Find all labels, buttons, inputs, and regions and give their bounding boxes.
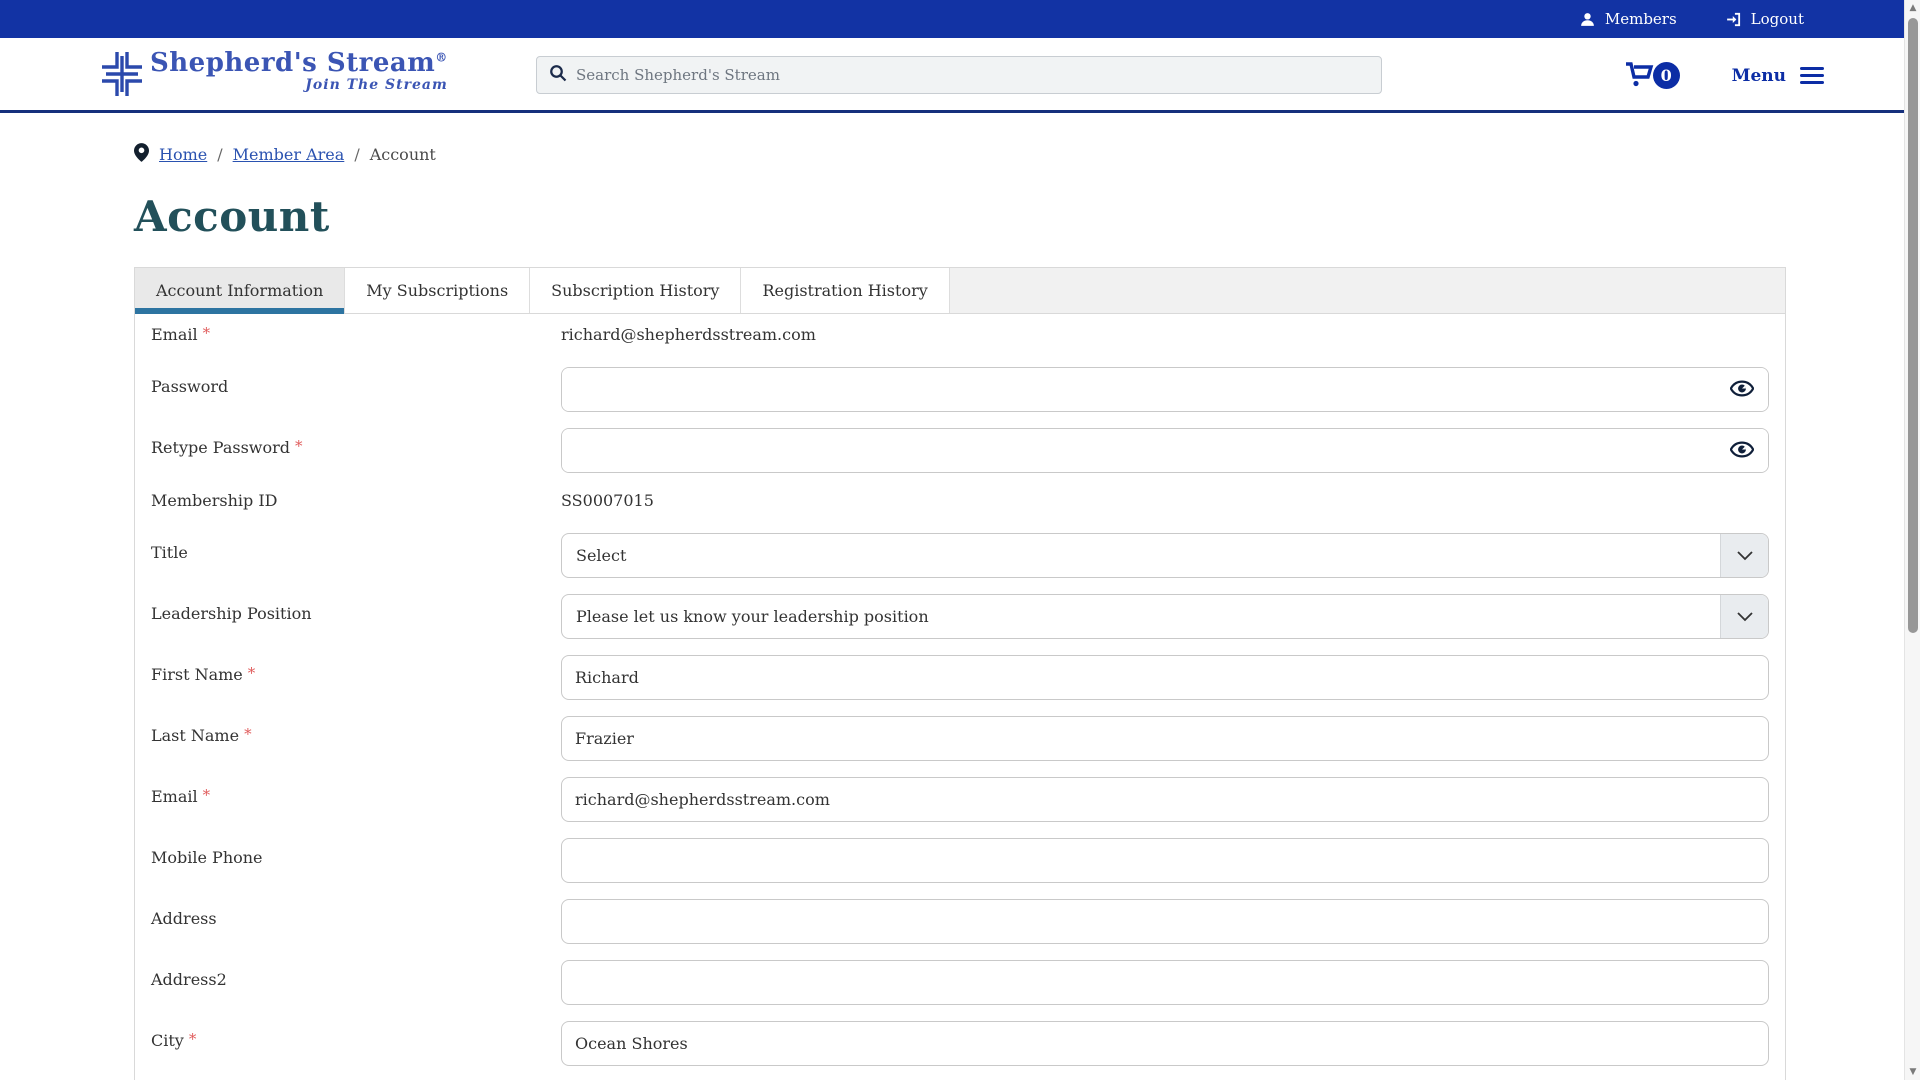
search-icon <box>549 64 567 86</box>
eye-icon <box>1730 380 1754 400</box>
retype-password-input[interactable] <box>562 429 1716 472</box>
retype-password-visibility-toggle[interactable] <box>1716 429 1768 472</box>
form-row-membership-id: Membership ID SS0007015 <box>151 489 1769 517</box>
form-row-leadership-position: Leadership Position Please let us know y… <box>151 594 1769 639</box>
logout-icon <box>1725 11 1742 28</box>
mobile-phone-label: Mobile Phone <box>151 838 561 883</box>
form-row-password: Password <box>151 367 1769 412</box>
leadership-position-label: Leadership Position <box>151 594 561 639</box>
cart-button[interactable]: 0 <box>1624 59 1680 93</box>
breadcrumb-home-link[interactable]: Home <box>159 145 207 164</box>
page-title: Account <box>134 192 1786 241</box>
city-label: City <box>151 1031 184 1050</box>
required-marker: * <box>248 664 256 682</box>
eye-icon <box>1730 441 1754 461</box>
members-label: Members <box>1605 10 1677 28</box>
scroll-down-arrow[interactable]: ▼ <box>1905 1064 1920 1080</box>
leadership-position-select[interactable]: Please let us know your leadership posit… <box>561 594 1769 639</box>
brand-name: Shepherd's Stream® <box>150 50 448 76</box>
main-content: Home / Member Area / Account Account Acc… <box>0 143 1920 1080</box>
breadcrumb-member-area-link[interactable]: Member Area <box>233 145 345 164</box>
address2-input[interactable] <box>561 960 1769 1005</box>
title-select-value: Select <box>562 534 1720 577</box>
address-input[interactable] <box>561 899 1769 944</box>
email-label: Email <box>151 325 198 344</box>
breadcrumb-current: Account <box>370 145 436 164</box>
password-label: Password <box>151 367 561 412</box>
membership-id-label: Membership ID <box>151 489 561 517</box>
tab-registration-history[interactable]: Registration History <box>741 268 949 313</box>
person-icon <box>1579 11 1596 28</box>
breadcrumb: Home / Member Area / Account <box>134 143 1786 166</box>
form-row-city: City * <box>151 1021 1769 1066</box>
tab-bar: Account Information My Subscriptions Sub… <box>135 267 1785 314</box>
cross-logo-icon <box>100 50 144 102</box>
password-input[interactable] <box>562 368 1716 411</box>
account-form: Email * richard@shepherdsstream.com Passw… <box>135 314 1785 1080</box>
city-input[interactable] <box>561 1021 1769 1066</box>
required-marker: * <box>189 1030 197 1048</box>
search-box <box>536 56 1382 94</box>
required-marker: * <box>295 437 303 455</box>
scrollbar-thumb[interactable] <box>1908 18 1918 633</box>
form-row-first-name: First Name * <box>151 655 1769 700</box>
cart-count-badge: 0 <box>1653 62 1680 89</box>
mobile-phone-input[interactable] <box>561 838 1769 883</box>
leadership-position-select-value: Please let us know your leadership posit… <box>562 595 1720 638</box>
form-row-email-static: Email * richard@shepherdsstream.com <box>151 323 1769 351</box>
tab-my-subscriptions[interactable]: My Subscriptions <box>345 268 530 313</box>
form-row-retype-password: Retype Password * <box>151 428 1769 473</box>
menu-button[interactable]: Menu <box>1732 66 1824 86</box>
required-marker: * <box>244 725 252 743</box>
password-visibility-toggle[interactable] <box>1716 368 1768 411</box>
vertical-scrollbar[interactable]: ▲ ▼ <box>1904 0 1920 1080</box>
header: Shepherd's Stream® Join The Stream 0 Men… <box>0 38 1920 113</box>
email-input-label: Email <box>151 787 198 806</box>
first-name-label: First Name <box>151 665 243 684</box>
registered-mark: ® <box>435 50 448 64</box>
form-row-address: Address <box>151 899 1769 944</box>
chevron-down-icon <box>1720 595 1768 638</box>
account-panel: Account Information My Subscriptions Sub… <box>134 267 1786 1080</box>
required-marker: * <box>203 786 211 804</box>
tab-account-information[interactable]: Account Information <box>135 268 345 313</box>
search-input[interactable] <box>576 66 1369 84</box>
logout-label: Logout <box>1751 10 1804 28</box>
address-label: Address <box>151 899 561 944</box>
title-select[interactable]: Select <box>561 533 1769 578</box>
email-input[interactable] <box>561 777 1769 822</box>
last-name-label: Last Name <box>151 726 239 745</box>
topbar: Members Logout <box>0 0 1920 38</box>
first-name-input[interactable] <box>561 655 1769 700</box>
chevron-down-icon <box>1720 534 1768 577</box>
membership-id-value: SS0007015 <box>561 489 1769 517</box>
form-row-email-input: Email * <box>151 777 1769 822</box>
brand-tagline: Join The Stream <box>150 77 448 93</box>
brand-logo[interactable]: Shepherd's Stream® Join The Stream <box>100 50 448 102</box>
form-row-mobile-phone: Mobile Phone <box>151 838 1769 883</box>
breadcrumb-separator: / <box>217 145 222 164</box>
email-static-value: richard@shepherdsstream.com <box>561 323 1769 351</box>
breadcrumb-separator: / <box>354 145 359 164</box>
form-row-last-name: Last Name * <box>151 716 1769 761</box>
brand-text: Shepherd's Stream® Join The Stream <box>150 50 448 93</box>
logout-link[interactable]: Logout <box>1725 10 1804 28</box>
tab-subscription-history[interactable]: Subscription History <box>530 268 741 313</box>
form-row-address2: Address2 <box>151 960 1769 1005</box>
required-marker: * <box>203 324 211 342</box>
retype-password-label: Retype Password <box>151 438 290 457</box>
scroll-up-arrow[interactable]: ▲ <box>1905 0 1920 16</box>
hamburger-icon <box>1800 67 1824 84</box>
last-name-input[interactable] <box>561 716 1769 761</box>
form-row-title: Title Select <box>151 533 1769 578</box>
header-actions: 0 Menu <box>1624 38 1824 113</box>
address2-label: Address2 <box>151 960 561 1005</box>
location-pin-icon <box>134 143 149 166</box>
menu-label: Menu <box>1732 66 1786 86</box>
title-label: Title <box>151 533 561 578</box>
members-link[interactable]: Members <box>1579 10 1677 28</box>
